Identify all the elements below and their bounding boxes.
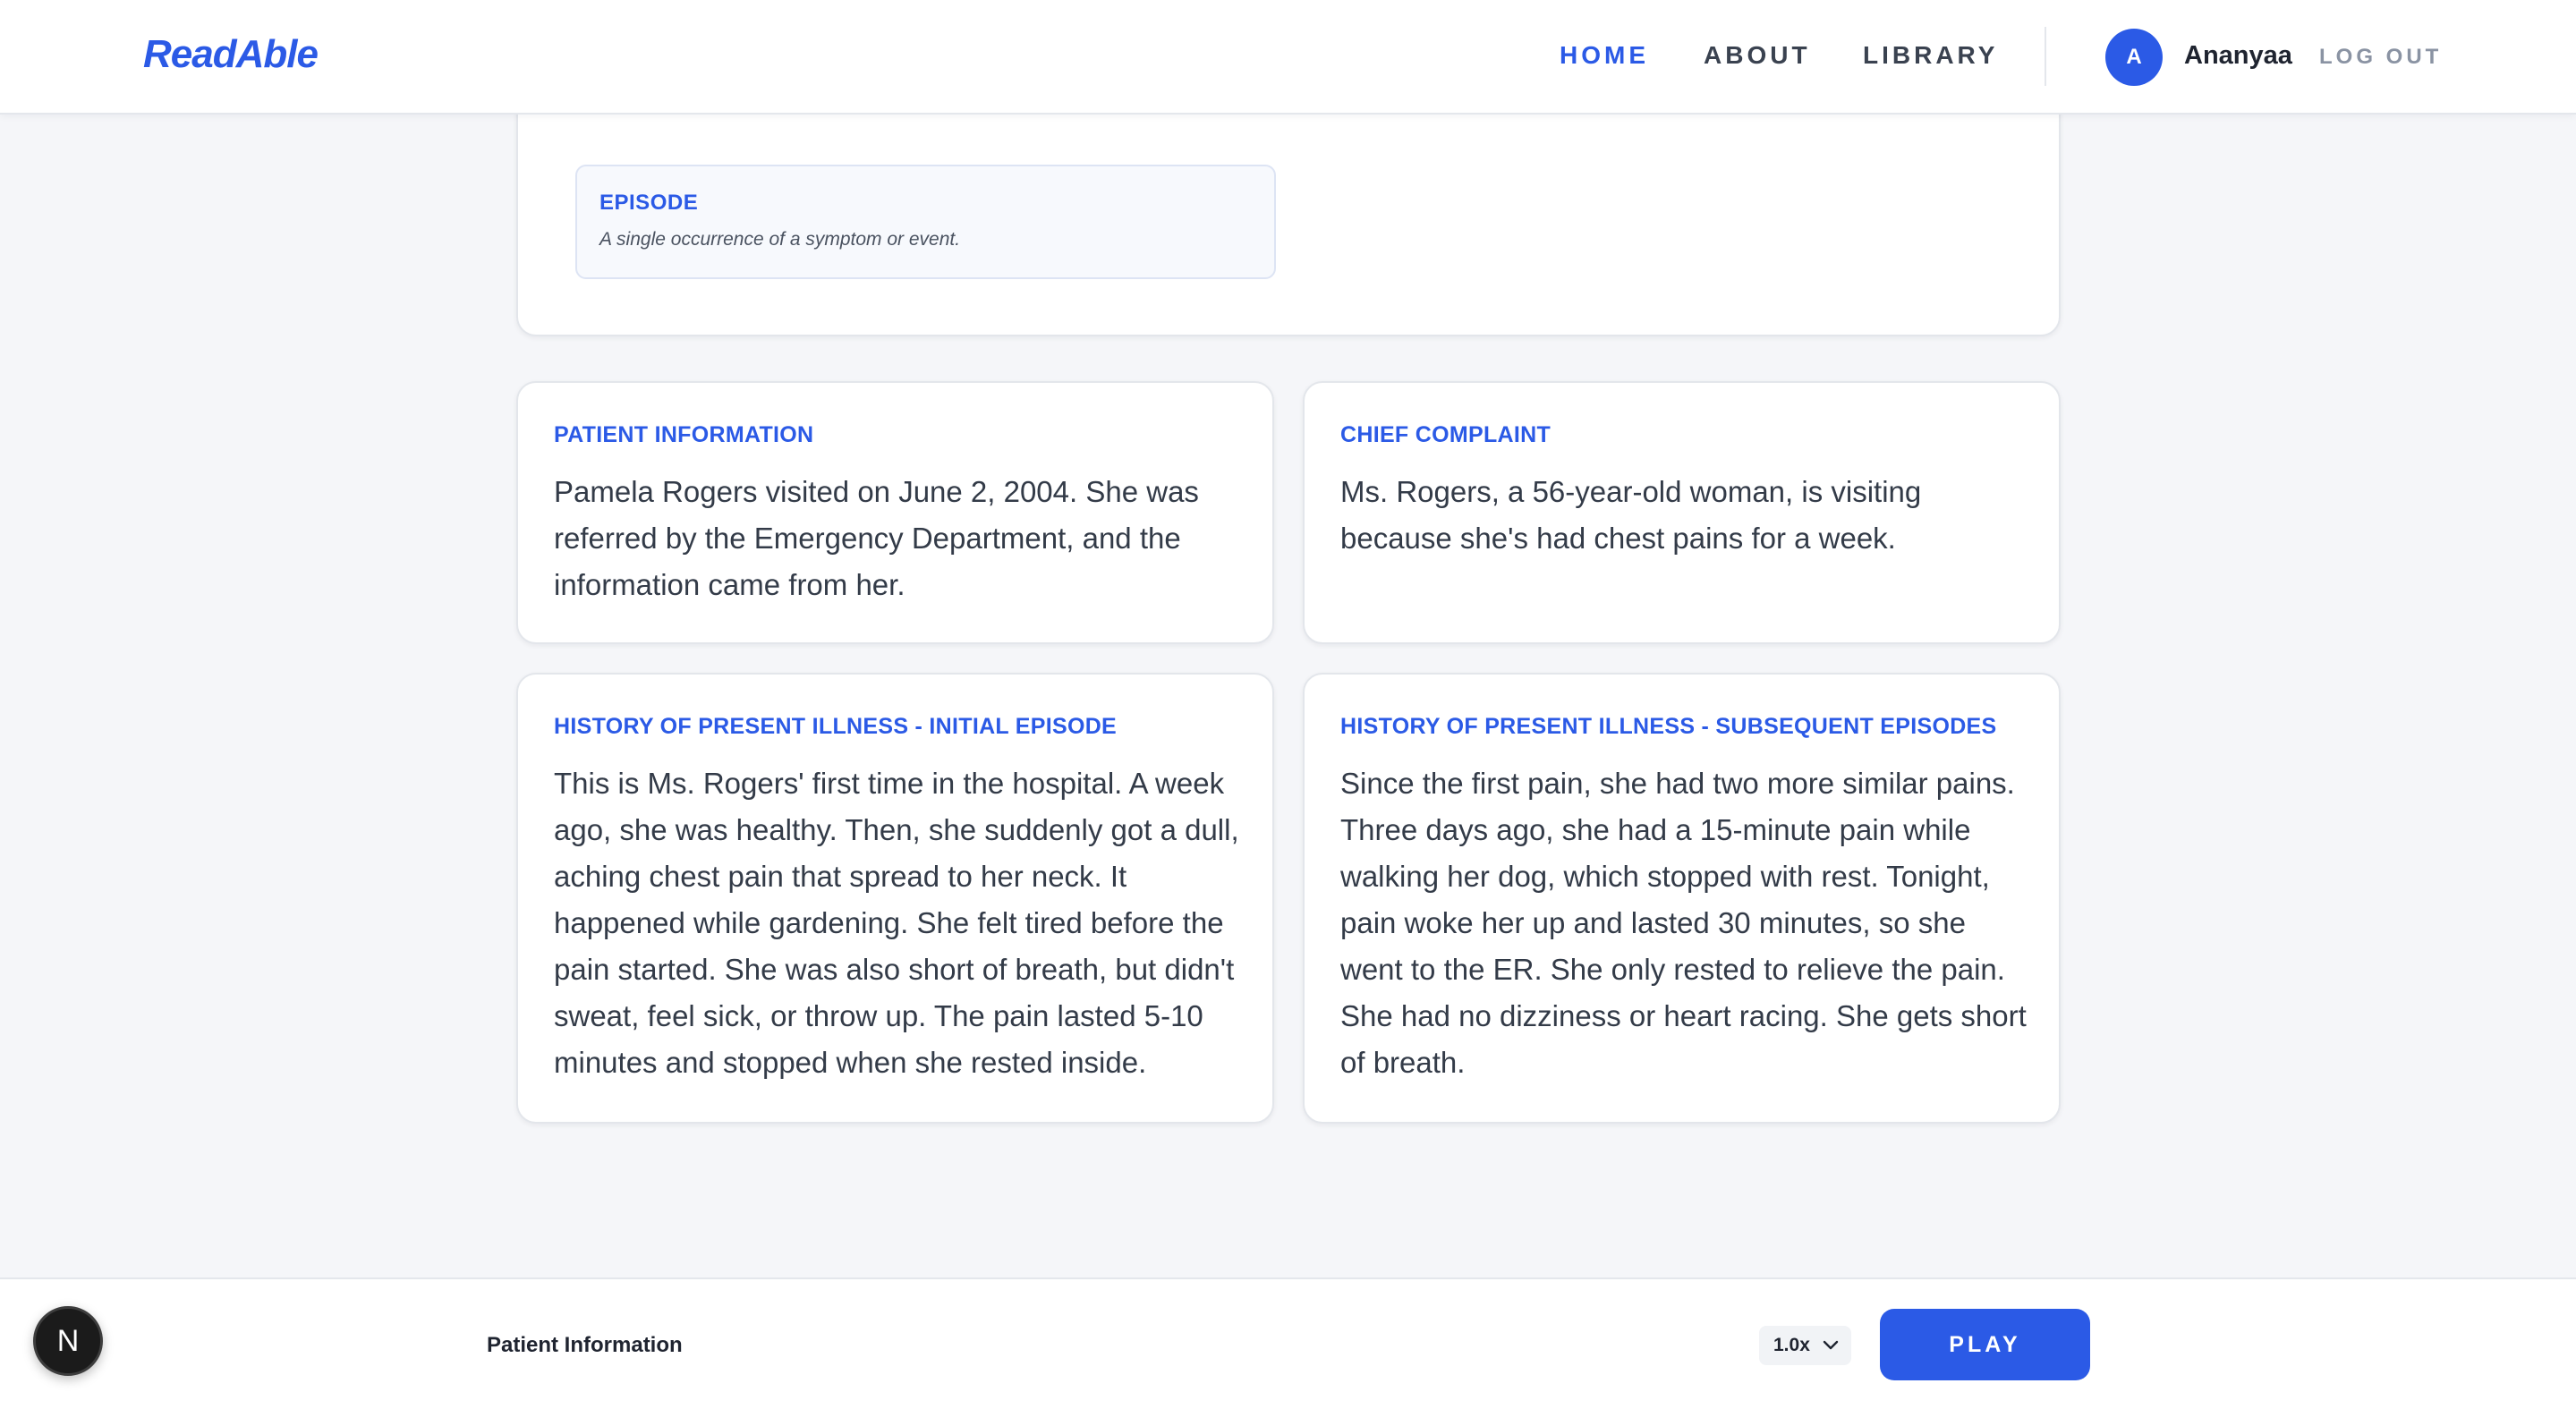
section-title: PATIENT INFORMATION	[554, 422, 814, 447]
nextjs-dev-badge[interactable]: N	[33, 1306, 103, 1376]
user-name: Ananyaa	[2184, 41, 2292, 70]
nav-link-about[interactable]: ABOUT	[1704, 41, 1811, 70]
audio-player-bar	[0, 1277, 2576, 1409]
current-section-label: Patient Information	[487, 1333, 683, 1357]
section-body: This is Ms. Rogers' first time in the ho…	[554, 767, 1239, 1079]
section-card-subsequent-episodes: HISTORY OF PRESENT ILLNESS - SUBSEQUENT …	[1303, 673, 2061, 1124]
glossary-term-title: EPISODE	[599, 191, 699, 215]
section-title: CHIEF COMPLAINT	[1340, 422, 1552, 447]
section-card-patient-information: PATIENT INFORMATION Pamela Rogers visite…	[516, 381, 1274, 644]
user-avatar[interactable]: A	[2105, 29, 2163, 86]
header-divider	[2045, 27, 2046, 86]
nav-link-home[interactable]: HOME	[1560, 41, 1649, 70]
app-logo[interactable]: ReadAble	[143, 32, 319, 77]
section-body: Ms. Rogers, a 56-year-old woman, is visi…	[1340, 475, 1922, 555]
playback-speed-select[interactable]: 1.0x	[1759, 1326, 1851, 1365]
glossary-term: EPISODE A single occurrence of a symptom…	[575, 165, 1276, 279]
section-title: HISTORY OF PRESENT ILLNESS - SUBSEQUENT …	[1340, 714, 1997, 739]
top-header: ReadAble HOME ABOUT LIBRARY A Ananyaa LO…	[0, 0, 2576, 115]
play-button[interactable]: PLAY	[1880, 1309, 2090, 1380]
chevron-down-icon	[1821, 1333, 1841, 1362]
nextjs-n-icon: N	[56, 1323, 80, 1358]
section-card-chief-complaint: CHIEF COMPLAINT Ms. Rogers, a 56-year-ol…	[1303, 381, 2061, 644]
section-title: HISTORY OF PRESENT ILLNESS - INITIAL EPI…	[554, 714, 1118, 739]
section-body: Pamela Rogers visited on June 2, 2004. S…	[554, 475, 1199, 601]
nav-link-library[interactable]: LIBRARY	[1863, 41, 1998, 70]
glossary-term-definition: A single occurrence of a symptom or even…	[599, 229, 961, 250]
section-body: Since the first pain, she had two more s…	[1340, 767, 2027, 1079]
section-card-initial-episode: HISTORY OF PRESENT ILLNESS - INITIAL EPI…	[516, 673, 1274, 1124]
logout-button[interactable]: LOG OUT	[2319, 45, 2442, 70]
playback-speed-value: 1.0x	[1773, 1335, 1810, 1355]
